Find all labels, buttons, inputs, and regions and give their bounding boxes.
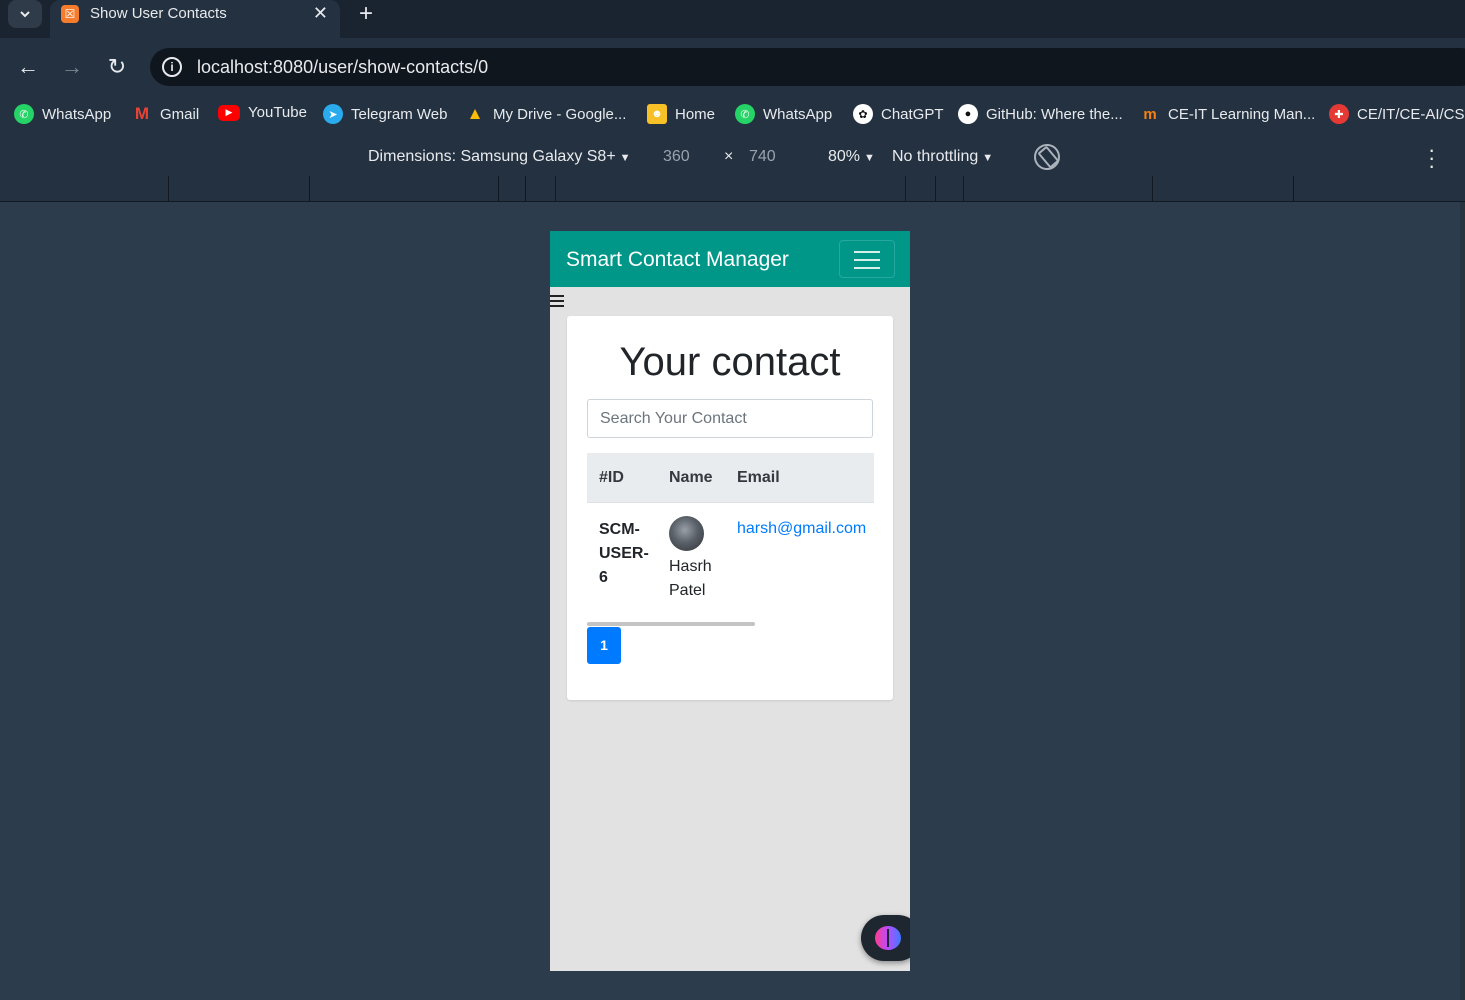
reload-icon[interactable]: ↻ [104,54,130,80]
youtube-icon: ▶ [218,104,240,121]
bookmark-whatsapp[interactable]: ✆ WhatsApp [14,104,111,124]
bookmark-ce-it-learning[interactable]: m CE-IT Learning Man... [1140,104,1315,124]
browser-toolbar: ← → ↻ i localhost:8080/user/show-contact… [0,38,1465,96]
bookmark-ce-it-ce-ai[interactable]: ✚ CE/IT/CE-AI/CSB [1329,104,1465,124]
bookmark-home[interactable]: ☻ Home [647,104,715,124]
table-row: SCM-USER-6 Hasrh Patel harsh@gmail.com [587,503,874,616]
bookmark-gmail[interactable]: M Gmail [132,104,199,124]
github-icon: ● [958,104,978,124]
chevron-down-icon [20,11,30,18]
tab-title: Show User Contacts [90,5,227,22]
forward-icon[interactable]: → [59,54,85,80]
page-title: Your contact [619,340,841,384]
rotate-icon[interactable] [1028,138,1066,176]
column-header-email: Email [737,469,780,486]
contact-email-cell: harsh@gmail.com [725,503,874,616]
column-header-id: #ID [599,469,624,486]
college-icon: ✚ [1329,104,1349,124]
whatsapp-icon: ✆ [14,104,34,124]
bookmark-github[interactable]: ● GitHub: Where the... [958,104,1123,124]
device-toolbar: Dimensions: Samsung Galaxy S8+ ▼ 360 × 74… [0,134,1465,177]
classroom-icon: ☻ [647,104,667,124]
bookmark-youtube[interactable]: ▶ YouTube [218,104,307,121]
brain-icon [875,926,901,950]
caret-down-icon: ▼ [982,152,994,164]
active-tab[interactable]: ☒ Show User Contacts ✕ [50,0,340,38]
times-sign: × [724,148,734,165]
site-info-icon[interactable]: i [162,57,182,77]
sidebar-toggle-icon[interactable] [550,295,564,310]
caret-down-icon: ▼ [619,152,631,164]
media-query-ruler [0,176,1465,202]
moodle-icon: m [1143,105,1157,123]
page-scrollbar[interactable] [1460,202,1465,1000]
whatsapp-icon: ✆ [735,104,755,124]
bookmarks-bar: ✆ WhatsApp M Gmail ▶ YouTube ➤ Telegram Web … [0,96,1465,134]
width-input[interactable]: 360 [651,142,721,170]
bookmark-telegram[interactable]: ➤ Telegram Web [323,104,447,124]
back-icon[interactable]: ← [15,54,41,80]
caret-down-icon: ▼ [864,152,875,164]
device-viewport: Smart Contact Manager Your contact #ID N… [550,231,910,971]
throttling-select[interactable]: No throttling ▼ [892,148,993,166]
ai-assistant-button[interactable] [861,915,910,961]
contacts-table: #ID Name Email SCM-USER-6 Hasrh Patel ha… [587,453,874,616]
more-options-icon[interactable]: · · · [1428,139,1435,177]
tab-strip: ☒ Show User Contacts ✕ + [0,0,1465,38]
table-header: #ID Name Email [587,453,874,503]
avatar [669,516,704,551]
navbar-toggler-button[interactable] [839,240,895,278]
address-bar[interactable]: i localhost:8080/user/show-contacts/0 [150,48,1465,86]
zoom-select[interactable]: 80% ▼ [828,148,875,166]
bookmark-whatsapp-2[interactable]: ✆ WhatsApp [735,104,832,124]
contact-name-cell: Hasrh Patel [657,503,725,616]
bookmark-chatgpt[interactable]: ✿ ChatGPT [853,104,944,124]
gmail-icon: M [134,104,150,123]
tab-search-button[interactable] [8,0,42,28]
dimensions-select[interactable]: Dimensions: Samsung Galaxy S8+ ▼ [368,148,631,166]
column-header-name: Name [669,469,713,486]
close-tab-icon[interactable]: ✕ [313,3,328,24]
bookmark-google-drive[interactable]: ▲ My Drive - Google... [465,104,627,124]
pagination-page-1[interactable]: 1 [587,627,621,664]
url-text[interactable]: localhost:8080/user/show-contacts/0 [197,57,488,78]
new-tab-button[interactable]: + [354,0,378,28]
search-input[interactable] [587,399,873,438]
xampp-icon: ☒ [61,5,79,23]
app-navbar: Smart Contact Manager [550,231,910,287]
table-horizontal-scrollbar[interactable] [587,622,755,626]
telegram-icon: ➤ [323,104,343,124]
contact-id: SCM-USER-6 [599,521,649,586]
contact-name: Hasrh Patel [669,558,712,599]
google-drive-icon: ▲ [466,104,484,123]
height-input[interactable]: 740 [737,142,807,170]
contacts-card: Your contact #ID Name Email SCM-USER-6 H… [567,316,893,700]
contact-email-link[interactable]: harsh@gmail.com [737,520,866,537]
brand-link[interactable]: Smart Contact Manager [566,248,789,272]
chatgpt-icon: ✿ [853,104,873,124]
